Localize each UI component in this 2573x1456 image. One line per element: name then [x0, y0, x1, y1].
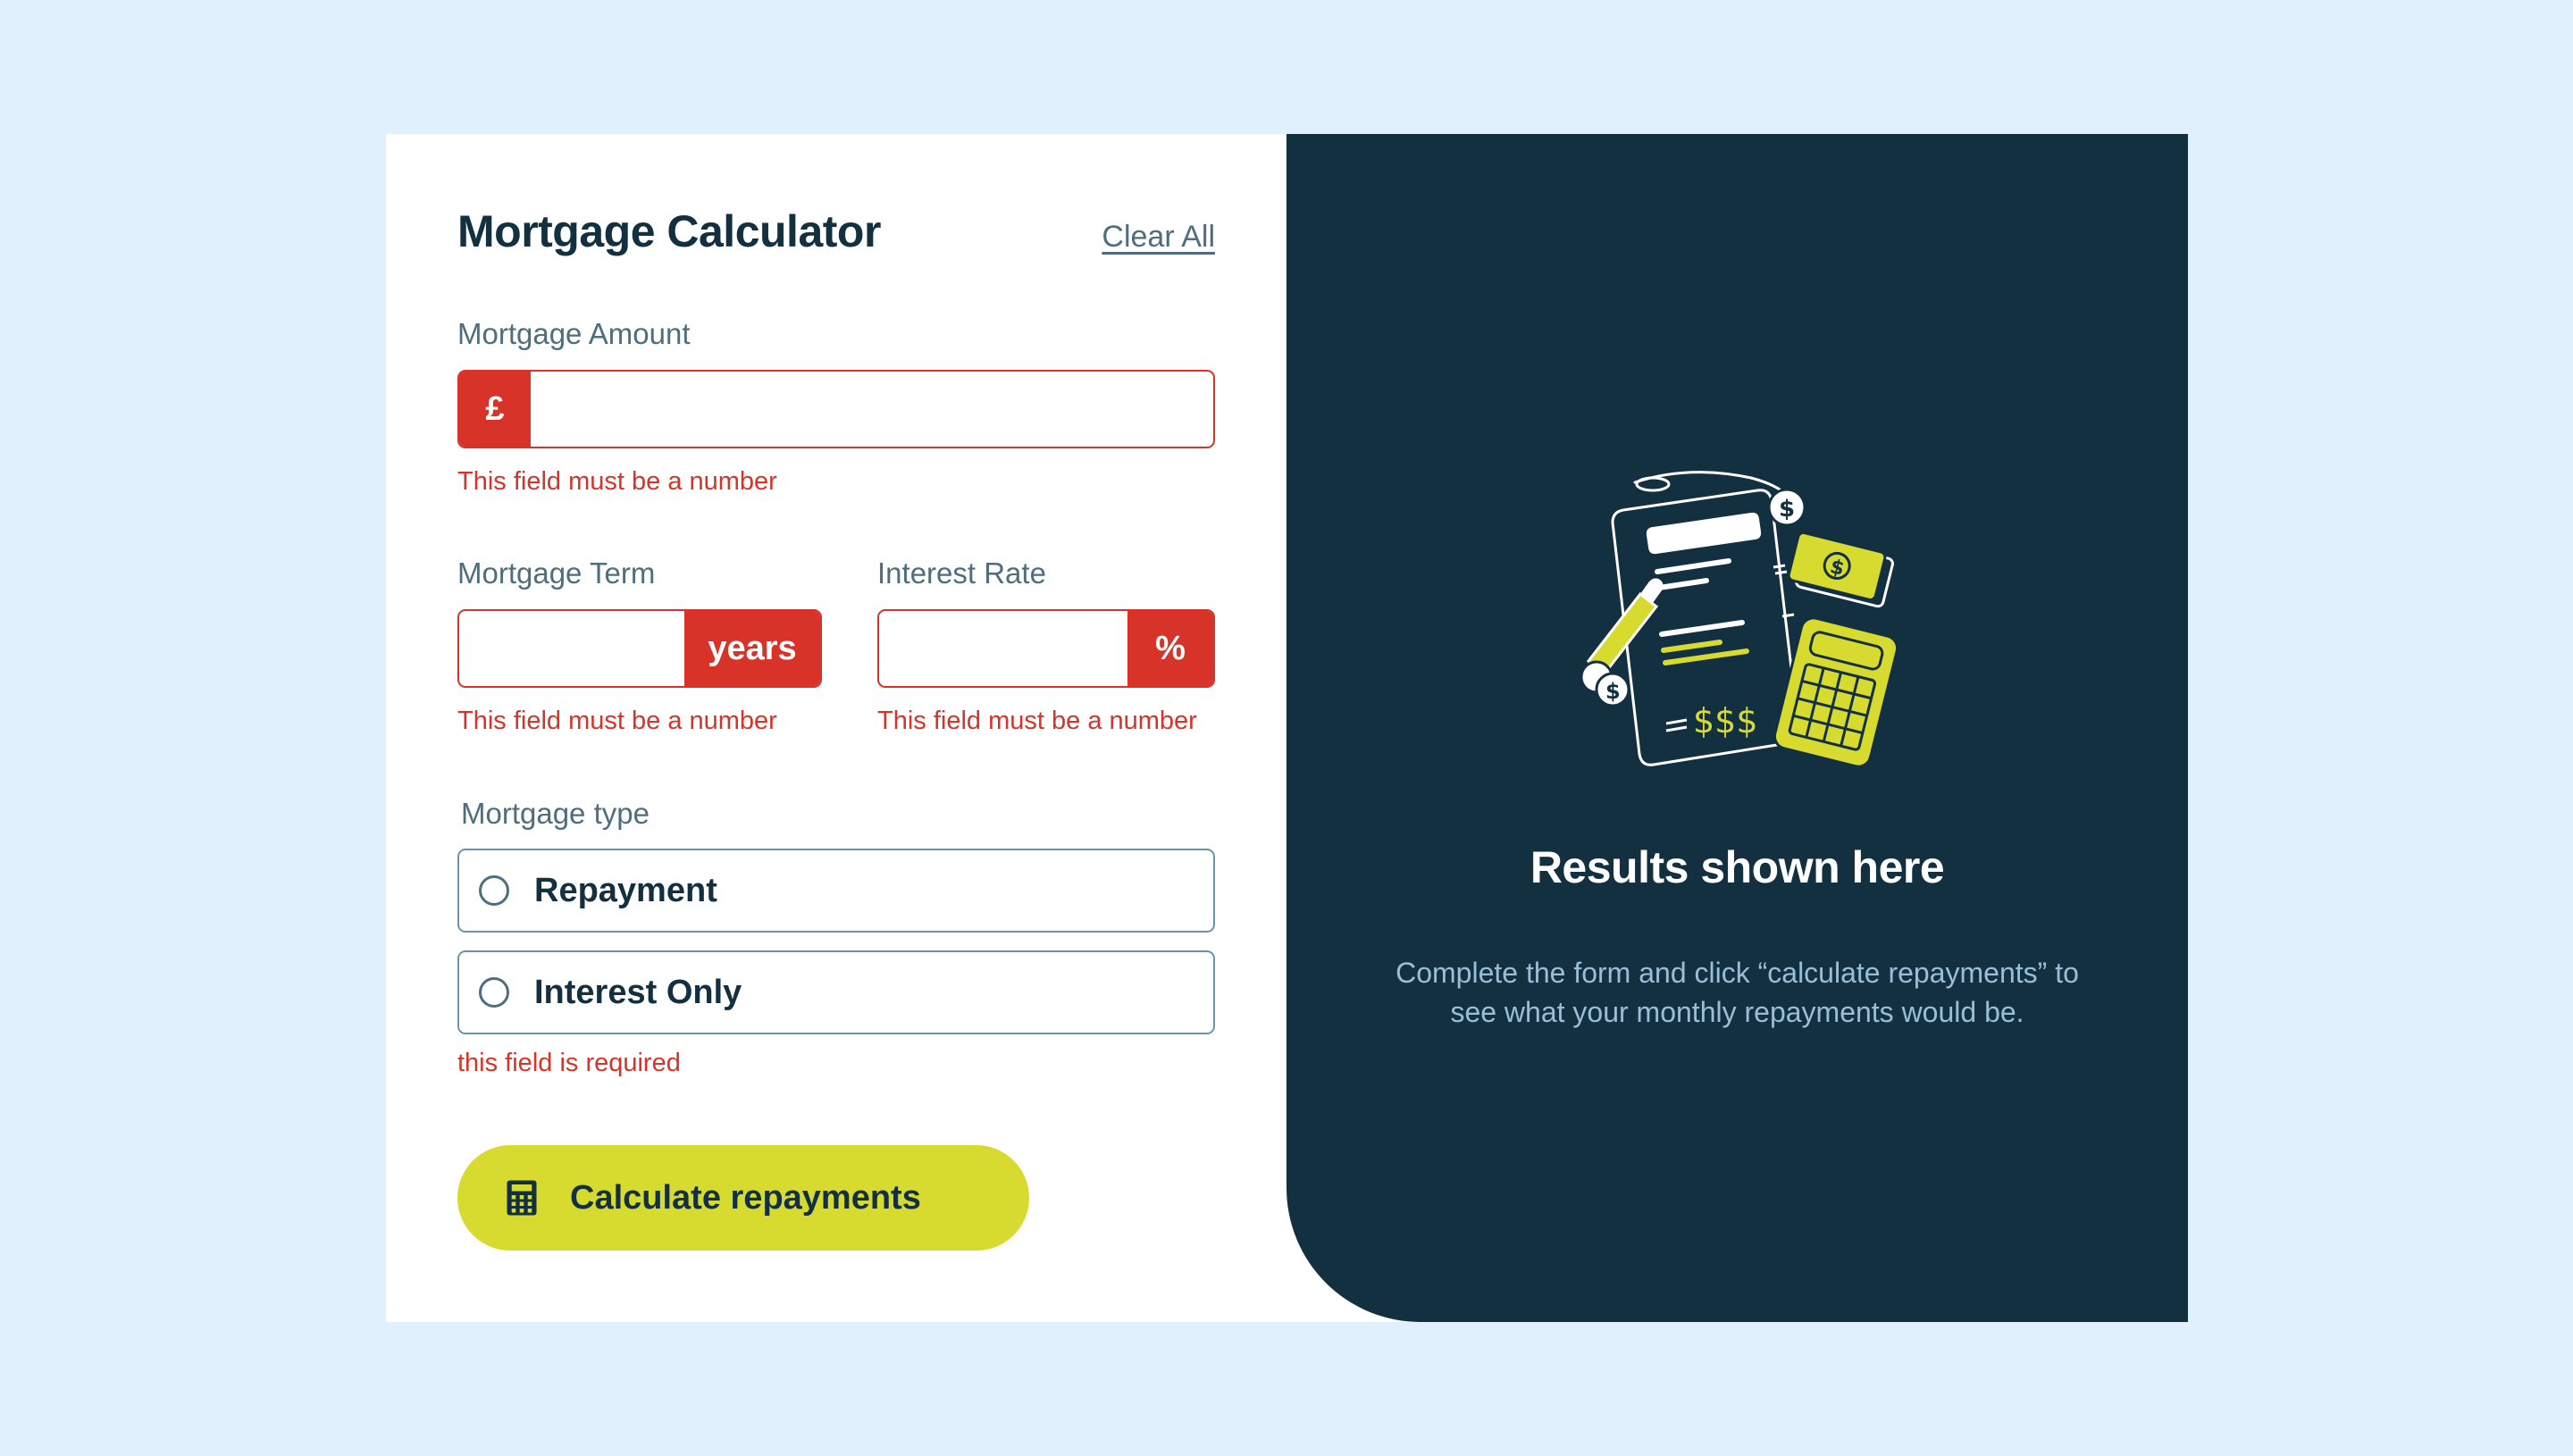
mortgage-documents-illustration: $$$ $ $ $: [1580, 471, 1899, 768]
interest-rate-field: %: [877, 609, 1215, 688]
mortgage-amount-field: £: [457, 370, 1215, 448]
pound-prefix: £: [459, 372, 531, 447]
radio-label-interest-only: Interest Only: [534, 973, 742, 1011]
calculator-card: Mortgage Calculator Clear All Mortgage A…: [386, 134, 2188, 1322]
mortgage-amount-label: Mortgage Amount: [457, 317, 691, 350]
calculate-repayments-label: Calculate repayments: [570, 1178, 921, 1217]
page-title: Mortgage Calculator: [457, 206, 881, 256]
percent-suffix: %: [1127, 611, 1213, 686]
calculate-repayments-button[interactable]: Calculate repayments: [457, 1145, 1029, 1251]
form-panel: Mortgage Calculator Clear All Mortgage A…: [386, 134, 1286, 1322]
interest-rate-label: Interest Rate: [877, 556, 1046, 590]
radio-button[interactable]: [479, 977, 509, 1008]
mortgage-term-field: years: [457, 609, 822, 688]
results-description-line: Complete the form and click “calculate r…: [1395, 957, 2079, 989]
mortgage-type-label: Mortgage type: [461, 797, 650, 830]
radio-option-interest-only[interactable]: Interest Only: [457, 950, 1215, 1034]
mortgage-amount-input[interactable]: [531, 372, 1213, 447]
mortgage-term-error: This field must be a number: [457, 707, 777, 735]
calculator-icon: [507, 1180, 537, 1216]
years-suffix: years: [684, 611, 820, 686]
mortgage-type-error: this field is required: [457, 1049, 681, 1077]
interest-rate-error: This field must be a number: [877, 707, 1197, 735]
mortgage-term-input[interactable]: [459, 611, 684, 686]
interest-rate-input[interactable]: [879, 611, 1127, 686]
radio-button[interactable]: [479, 875, 509, 906]
results-description-line: see what your monthly repayments would b…: [1450, 996, 2024, 1028]
results-description: Complete the form and click “calculate r…: [1286, 953, 2188, 1032]
svg-text:$$$: $$$: [1693, 701, 1758, 741]
radio-option-repayment[interactable]: Repayment: [457, 849, 1215, 933]
svg-text:$: $: [1605, 679, 1621, 704]
mortgage-amount-error: This field must be a number: [457, 467, 777, 496]
svg-text:$: $: [1779, 496, 1795, 523]
radio-label-repayment: Repayment: [534, 871, 717, 909]
results-title: Results shown here: [1530, 842, 1945, 892]
results-panel: $$$ $ $ $ Results shown here Complete th…: [1286, 134, 2188, 1322]
clear-all-link[interactable]: Clear All: [1102, 220, 1215, 255]
mortgage-term-label: Mortgage Term: [457, 556, 656, 590]
